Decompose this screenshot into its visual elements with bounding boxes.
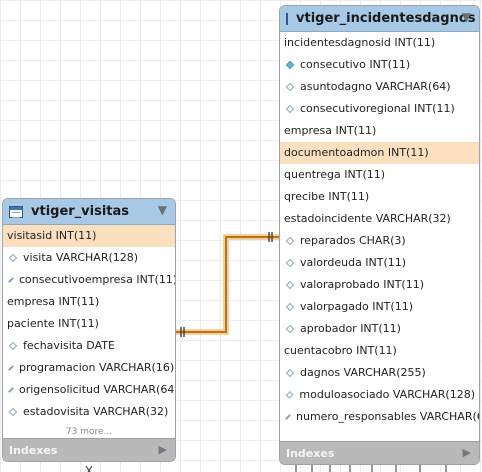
column-label: origensolicitud VARCHAR(64) — [19, 383, 176, 396]
table-vtiger-incidentesdagnos[interactable]: vtiger_incidentesdagnos ▼ incidentesdagn… — [279, 5, 480, 465]
column-label: valordeuda INT(11) — [300, 256, 407, 269]
column-label: programacion VARCHAR(16) — [19, 361, 175, 374]
nullable-diamond-icon — [8, 387, 14, 393]
column-label: aprobador INT(11) — [300, 322, 401, 335]
column-label: consecutivoregional INT(11) — [300, 102, 455, 115]
column-label: asuntodagno VARCHAR(64) — [300, 80, 451, 93]
column-row[interactable]: documentoadmon INT(11) — [280, 142, 479, 164]
indexes-section[interactable]: Indexes ▶ — [3, 438, 175, 461]
column-row[interactable]: estadovisita VARCHAR(32) — [3, 401, 175, 423]
column-label: valorpagado INT(11) — [300, 300, 413, 313]
column-row[interactable]: estadoincidente VARCHAR(32) — [280, 208, 479, 230]
nullable-diamond-icon — [285, 258, 295, 268]
collapse-triangle-icon[interactable]: ▼ — [158, 203, 167, 217]
table-vtiger-visitas[interactable]: vtiger_visitas ▼ visitasid INT(11) visita… — [2, 198, 176, 462]
nullable-diamond-icon — [285, 280, 295, 290]
column-row[interactable]: empresa INT(11) — [280, 120, 479, 142]
column-label: valoraprobado INT(11) — [300, 278, 424, 291]
not-null-diamond-icon — [285, 60, 295, 70]
column-label: incidentesdagnosid INT(11) — [284, 36, 436, 49]
column-row[interactable]: numero_responsables VARCHAR(64) — [280, 406, 479, 428]
nullable-diamond-icon — [8, 277, 14, 283]
column-row[interactable]: consecutivo INT(11) — [280, 54, 479, 76]
column-list: incidentesdagnosid INT(11) consecutivo IN… — [280, 32, 479, 428]
table-header[interactable]: vtiger_incidentesdagnos ▼ — [280, 6, 479, 32]
column-label: quentrega INT(11) — [284, 168, 386, 181]
column-label: moduloasociado VARCHAR(128) — [299, 388, 475, 401]
column-label: fechavisita DATE — [23, 339, 115, 352]
column-label: documentoadmon INT(11) — [284, 146, 429, 159]
column-label: consecutivo INT(11) — [300, 58, 411, 71]
column-row[interactable]: asuntodagno VARCHAR(64) — [280, 76, 479, 98]
column-label: dagnos VARCHAR(255) — [300, 366, 426, 379]
nullable-diamond-icon — [285, 302, 295, 312]
expand-arrow-icon[interactable]: ▶ — [463, 446, 471, 459]
column-label: paciente INT(11) — [7, 317, 99, 330]
column-row[interactable]: valordeuda INT(11) — [280, 252, 479, 274]
nullable-diamond-icon — [8, 253, 18, 263]
column-list: visitasid INT(11) visita VARCHAR(128) cons… — [3, 225, 175, 423]
column-label: reparados CHAR(3) — [300, 234, 406, 247]
nullable-diamond-icon — [285, 390, 294, 400]
nullable-diamond-icon — [285, 414, 291, 420]
column-row[interactable]: valoraprobado INT(11) — [280, 274, 479, 296]
column-row[interactable]: programacion VARCHAR(16) — [3, 357, 175, 379]
nullable-diamond-icon — [8, 341, 18, 351]
column-row[interactable]: dagnos VARCHAR(255) — [280, 362, 479, 384]
column-row[interactable]: fechavisita DATE — [3, 335, 175, 357]
column-row[interactable]: qrecibe INT(11) — [280, 186, 479, 208]
column-label: cuentacobro INT(11) — [284, 344, 397, 357]
collapse-triangle-icon[interactable]: ▼ — [462, 10, 471, 24]
indexes-label: Indexes — [9, 443, 58, 457]
column-row[interactable]: cuentacobro INT(11) — [280, 340, 479, 362]
nullable-diamond-icon — [285, 368, 295, 378]
table-icon — [286, 12, 288, 25]
nullable-diamond-icon — [285, 104, 295, 114]
column-row[interactable]: aprobador INT(11) — [280, 318, 479, 340]
nullable-diamond-icon — [285, 236, 295, 246]
nullable-diamond-icon — [8, 365, 14, 371]
column-row[interactable]: visitasid INT(11) — [3, 225, 175, 247]
column-label: numero_responsables VARCHAR(64) — [296, 410, 480, 423]
column-label: estadoincidente VARCHAR(32) — [284, 212, 451, 225]
partial-connectors-bottom — [295, 465, 447, 472]
column-row[interactable]: paciente INT(11) — [3, 313, 175, 335]
expand-arrow-icon[interactable]: ▶ — [159, 443, 167, 456]
column-row[interactable]: consecutivoregional INT(11) — [280, 98, 479, 120]
column-label: visitasid INT(11) — [7, 229, 97, 242]
nullable-diamond-icon — [285, 82, 295, 92]
column-label: consecutivoempresa INT(11) — [19, 273, 176, 286]
partial-marker-bottom — [85, 465, 93, 472]
column-row[interactable]: quentrega INT(11) — [280, 164, 479, 186]
nullable-diamond-icon — [8, 407, 18, 417]
column-row[interactable]: visita VARCHAR(128) — [3, 247, 175, 269]
column-row[interactable]: incidentesdagnosid INT(11) — [280, 32, 479, 54]
table-icon — [9, 205, 23, 218]
column-label: empresa INT(11) — [7, 295, 100, 308]
column-label: empresa INT(11) — [284, 124, 377, 137]
indexes-section[interactable]: Indexes ▶ — [280, 441, 479, 464]
column-row[interactable]: empresa INT(11) — [3, 291, 175, 313]
column-label: visita VARCHAR(128) — [23, 251, 139, 264]
column-row[interactable]: consecutivoempresa INT(11) — [3, 269, 175, 291]
column-label: estadovisita VARCHAR(32) — [23, 405, 169, 418]
column-row[interactable]: origensolicitud VARCHAR(64) — [3, 379, 175, 401]
column-label: qrecibe INT(11) — [284, 190, 370, 203]
column-row[interactable]: moduloasociado VARCHAR(128) — [280, 384, 479, 406]
column-row[interactable]: valorpagado INT(11) — [280, 296, 479, 318]
nullable-diamond-icon — [285, 324, 295, 334]
table-title: vtiger_visitas — [31, 204, 130, 219]
table-title: vtiger_incidentesdagnos — [296, 11, 476, 26]
table-header[interactable]: vtiger_visitas ▼ — [3, 199, 175, 225]
indexes-label: Indexes — [286, 446, 335, 460]
column-row[interactable]: reparados CHAR(3) — [280, 230, 479, 252]
